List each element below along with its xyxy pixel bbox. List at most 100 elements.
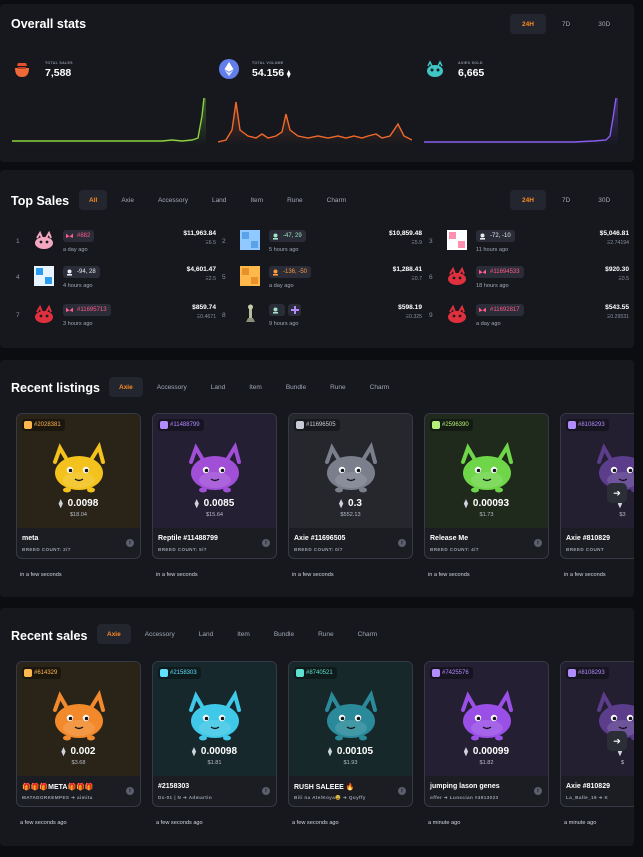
tab-30d[interactable]: 30D [586,14,622,34]
filter-item[interactable]: Item [240,190,273,210]
filter-land[interactable]: Land [202,190,236,210]
filter-item[interactable]: Item [227,624,260,644]
class-icon [432,421,440,429]
tab-7d[interactable]: 7D [550,190,582,210]
info-icon[interactable]: i [126,787,134,795]
tab-7d[interactable]: 7D [550,14,582,34]
tab-24h[interactable]: 24H [510,190,546,210]
recent-sales-panel: Recent sales Axie Accessory Land Item Bu… [0,608,634,846]
filter-accessory[interactable]: Accessory [148,190,198,210]
card-name: Axie #11696505 [294,535,346,542]
top-sale-item[interactable]: 2 -47, 29 5 hours ago $10,859.48 Ξ5.9 [222,228,422,260]
ethereum-icon [219,59,239,79]
sale-eth-price: Ξ0.29531 [606,314,629,320]
listing-card[interactable]: #11488799 ⧫ 0.0085 $15.64 Reptile #114887… [152,413,277,559]
next-arrow-button[interactable]: ➔ [607,483,627,503]
card-usd-price: $1.82 [479,760,494,766]
tab-24h[interactable]: 24H [510,14,546,34]
card-id-badge: #11696505 [294,419,340,431]
sale-rank: 8 [222,312,226,319]
listing-card[interactable]: #11696505 ⧫ 0.3 $552.13 Axie #11696505 BR… [288,413,413,559]
top-sales-title: Top Sales [11,194,70,208]
info-icon[interactable]: i [126,539,134,547]
info-icon[interactable]: i [398,539,406,547]
eth-glyph-icon: ⧫ [194,499,199,508]
sale-badge: -72, -10 [476,230,515,242]
filter-item[interactable]: Item [239,377,272,397]
filter-charm[interactable]: Charm [348,624,388,644]
card-name: Release Me [430,535,469,542]
card-id-badge: #8740521 [294,667,337,679]
top-sale-item[interactable]: 7 #11695713 3 hours ago $859.74 Ξ0.4671 [16,302,216,334]
card-id-badge: #11488799 [158,419,204,431]
listing-card[interactable]: #2596390 ⧫ 0.00093 $1.73 Release Me BREED… [424,413,549,559]
top-sale-item[interactable]: 5 -136, -50 a day ago $1,288.41 Ξ0.7 [222,264,422,296]
top-sale-item[interactable]: 4 -94, 28 4 hours ago $4,601.47 Ξ2.5 [16,264,216,296]
card-subtitle: MATADORKEMPES ➔ aimita [22,795,93,800]
info-icon[interactable]: i [262,539,270,547]
card-name: 🎁🎁🎁META🎁🎁🎁 [22,784,94,791]
top-sale-item[interactable]: 9 #11692817 a day ago $543.55 Ξ0.29531 [429,302,629,334]
filter-rune[interactable]: Rune [277,190,313,210]
sale-thumbnail [445,302,469,326]
sale-badge: #11695713 [63,304,111,316]
card-id-badge: #614329 [22,667,62,679]
filter-bundle[interactable]: Bundle [276,377,316,397]
eth-glyph-icon: ⧫ [191,747,196,756]
filter-all[interactable]: All [79,190,108,210]
sale-rank: 6 [429,274,433,281]
total-volume-stat: TOTAL VOLUME 54.156 ⧫ [219,59,409,89]
recent-sales-title: Recent sales [11,629,88,643]
eth-glyph-icon: ⧫ [463,499,468,508]
card-usd-price: $1.73 [479,512,494,518]
card-subtitle: BREED COUNT [566,547,605,552]
overall-time-tabs: 24H 7D 30D [510,14,622,34]
class-icon [568,421,576,429]
card-name: Axie #810829 [566,783,610,790]
next-arrow-button[interactable]: ➔ [607,731,627,751]
sale-rank: 2 [222,238,226,245]
class-icon [432,669,440,677]
sale-card[interactable]: #8740521 ⧫ 0.00105 $1.93 RUSH SALEEE 🔥 Bi… [288,661,413,807]
card-time: a few seconds ago [292,820,339,826]
filter-rune[interactable]: Rune [308,624,344,644]
filter-charm[interactable]: Charm [317,190,357,210]
filter-axie[interactable]: Axie [97,624,131,644]
filter-rune[interactable]: Rune [320,377,356,397]
filter-charm[interactable]: Charm [360,377,400,397]
top-sale-item[interactable]: 1 #882 a day ago $11,963.84 Ξ6.5 [16,228,216,260]
card-price: ⧫ 0.00098 [153,746,276,757]
filter-accessory[interactable]: Accessory [135,624,185,644]
top-sale-item[interactable]: 6 #11694533 18 hours ago $920.30 Ξ0.5 [429,264,629,296]
overall-stats-panel: Overall stats 24H 7D 30D TOTAL SALES 7,5… [0,4,634,162]
sale-card[interactable]: #614329 ⧫ 0.002 $3.68 🎁🎁🎁META🎁🎁🎁 MATADORK… [16,661,141,807]
axie-image [453,689,521,742]
card-price: ⧫ 0.0098 [17,498,140,509]
filter-land[interactable]: Land [189,624,223,644]
card-time: in a few seconds [156,572,198,578]
card-price-value: 0.0098 [67,498,99,509]
eth-glyph-icon: ⧫ [327,747,332,756]
filter-accessory[interactable]: Accessory [147,377,197,397]
info-icon[interactable]: i [398,787,406,795]
listing-card[interactable]: #2028381 ⧫ 0.0098 $18.04 meta BREED COUNT… [16,413,141,559]
filter-bundle[interactable]: Bundle [264,624,304,644]
filter-land[interactable]: Land [201,377,235,397]
land-icon [65,268,74,277]
eth-glyph-icon: ⧫ [287,71,291,78]
filter-axie[interactable]: Axie [111,190,144,210]
info-icon[interactable]: i [534,787,542,795]
sale-thumbnail [445,264,469,288]
sale-card[interactable]: #2158303 ⧫ 0.00098 $1.81 #2158303 Dx-01 |… [152,661,277,807]
filter-axie[interactable]: Axie [109,377,143,397]
stat-label: TOTAL SALES [45,61,73,65]
sale-rank: 4 [16,274,20,281]
top-sale-item[interactable]: 3 -72, -10 11 hours ago $5,046.81 Ξ2.741… [429,228,629,260]
card-id: #2028381 [34,422,61,428]
sale-card[interactable]: #7425576 ⧫ 0.00099 $1.82 jumping lason ge… [424,661,549,807]
tab-30d[interactable]: 30D [586,190,622,210]
info-icon[interactable]: i [534,539,542,547]
info-icon[interactable]: i [262,787,270,795]
sale-eth-price: Ξ0.5 [618,276,629,282]
top-sale-item[interactable]: 8 9 hours ago $598.19 Ξ0.325 [222,302,422,334]
